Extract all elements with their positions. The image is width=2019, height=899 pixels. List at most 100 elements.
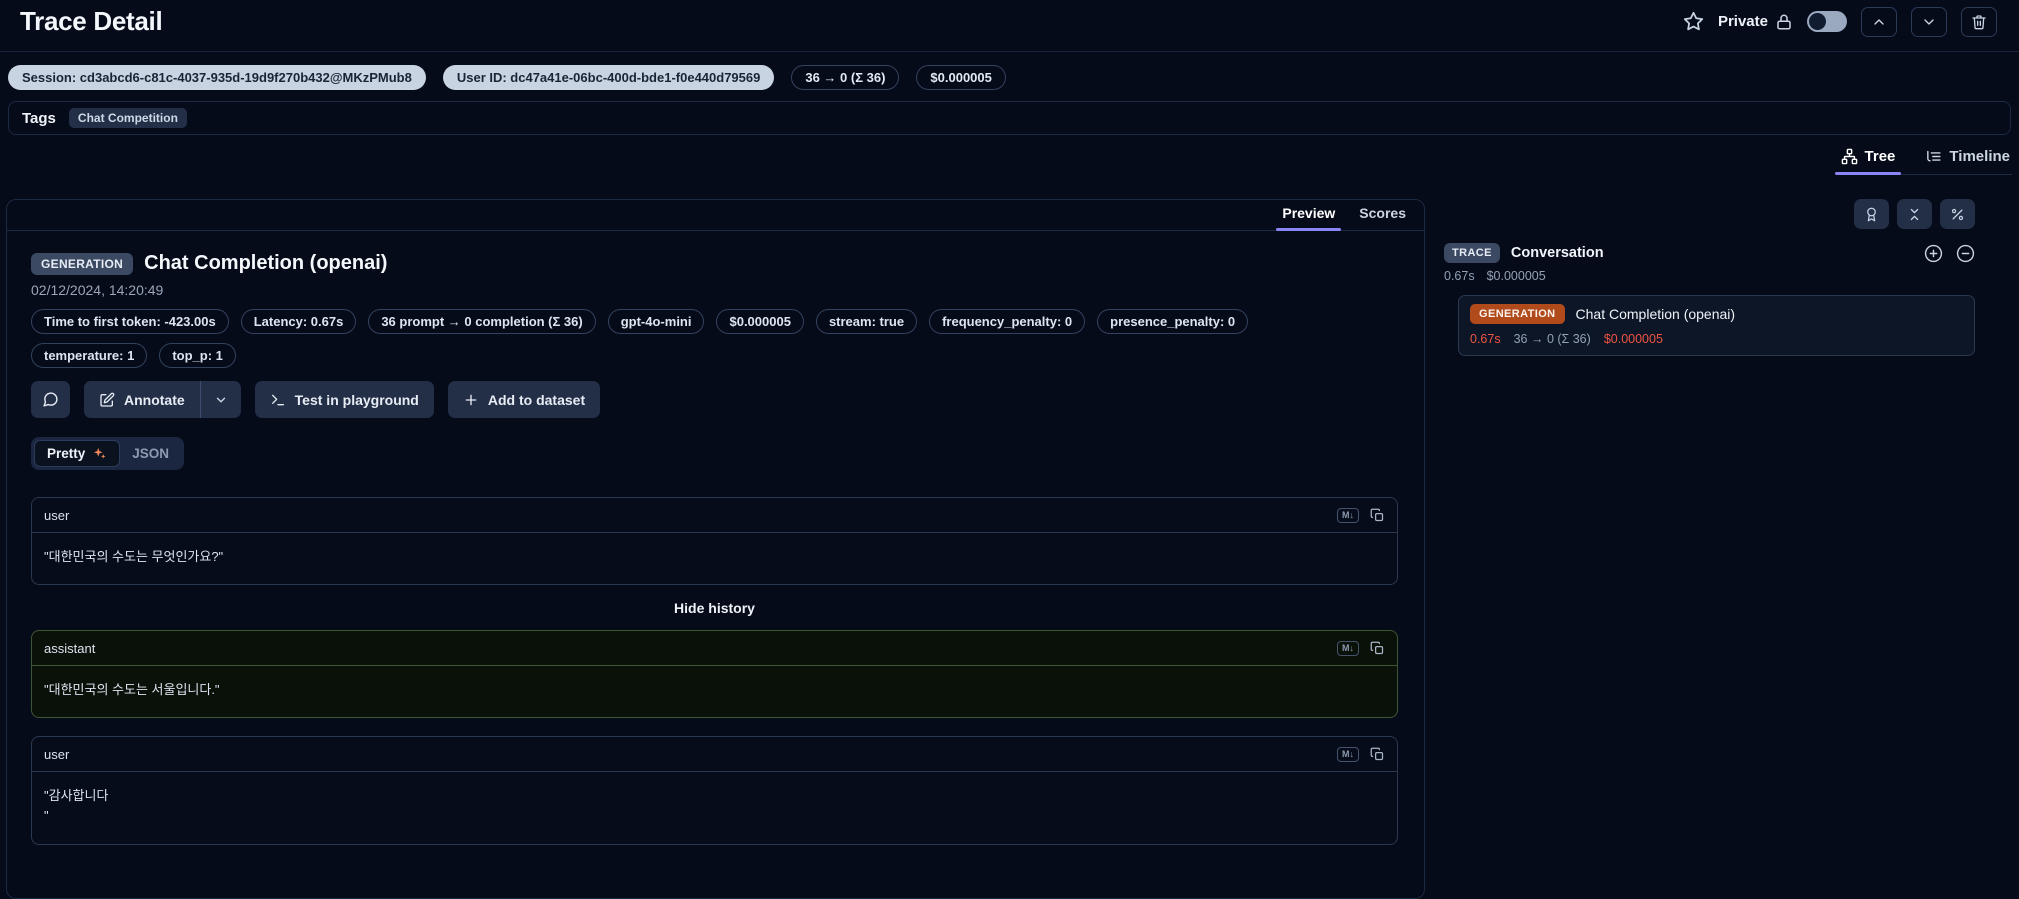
plus-icon (463, 392, 479, 408)
observation-cost: $0.000005 (1603, 332, 1663, 346)
tree-icon (1841, 148, 1858, 165)
add-to-dataset-label: Add to dataset (487, 391, 586, 408)
page-title: Trace Detail (20, 6, 163, 36)
privacy-control: Private (1718, 13, 1793, 31)
message-role: user (44, 507, 70, 523)
delete-trace-button[interactable] (1961, 6, 1997, 37)
test-in-playground-button[interactable]: Test in playground (254, 381, 434, 418)
message-content: "대한민국의 수도는 무엇인가요?" (44, 549, 224, 564)
json-label: JSON (132, 446, 170, 461)
markdown-toggle-icon[interactable]: M↓ (1337, 507, 1359, 523)
metric-time-to-first-token: Time to first token: -423.00s (31, 309, 229, 334)
copy-icon[interactable] (1370, 747, 1385, 762)
generation-type-badge: GENERATION (1470, 304, 1565, 324)
messages-list: user M↓ "대한민국의 수도는 무엇인가요?" Hide history … (31, 497, 1399, 845)
observation-token-usage: 36 → 0 (Σ 36) (1513, 332, 1591, 346)
annotate-button[interactable]: Annotate (84, 381, 200, 418)
trace-title: Conversation (1510, 245, 1604, 261)
annotate-split-button: Annotate (84, 381, 241, 418)
format-pretty-segment[interactable]: Pretty (34, 440, 121, 467)
trace-cost: $0.000005 (1486, 269, 1546, 283)
collapse-all-button[interactable] (1897, 199, 1932, 229)
expand-all-icon[interactable] (1924, 244, 1943, 263)
message-role: user (44, 746, 70, 762)
view-tabs-row: Tree Timeline (0, 144, 2019, 175)
tags-container[interactable]: Tags Chat Competition (8, 101, 2011, 135)
message-content: "감사합니다 " (44, 788, 109, 824)
markdown-toggle-icon[interactable]: M↓ (1337, 640, 1359, 656)
playground-label: Test in playground (294, 391, 419, 408)
metric-cost: $0.000005 (716, 309, 804, 334)
percent-icon (1950, 207, 1965, 222)
chevron-down-icon (214, 393, 228, 407)
previous-trace-button[interactable] (1861, 6, 1897, 37)
observation-item-title: Chat Completion (openai) (1575, 306, 1736, 322)
add-to-dataset-button[interactable]: Add to dataset (447, 381, 601, 418)
metric-top-p: top_p: 1 (159, 343, 236, 368)
tree-observation-item[interactable]: GENERATION Chat Completion (openai) 0.67… (1458, 295, 1975, 356)
trace-tree-root[interactable]: TRACE Conversation (1444, 243, 1975, 263)
tag-chip[interactable]: Chat Competition (68, 108, 187, 128)
observation-panel: Preview Scores GENERATION Chat Completio… (6, 199, 1425, 899)
scores-toggle-button[interactable] (1854, 199, 1889, 229)
message-block-user-1: user M↓ "대한민국의 수도는 무엇인가요?" (31, 497, 1398, 586)
session-badge[interactable]: Session: cd3abcd6-c81c-4037-935d-19d9f27… (8, 65, 426, 90)
user-id-badge[interactable]: User ID: dc47a41e-06bc-400d-bde1-f0e440d… (442, 65, 775, 90)
award-icon (1864, 207, 1879, 222)
trace-tree-sidebar: TRACE Conversation 0.67s $0.000005 GENER… (1435, 199, 2019, 356)
metric-pills: Time to first token: -423.00s Latency: 0… (31, 309, 1331, 368)
tab-preview[interactable]: Preview (1272, 205, 1345, 231)
format-json-segment[interactable]: JSON (120, 440, 181, 467)
privacy-toggle[interactable] (1807, 11, 1847, 32)
toggle-knob (1809, 13, 1826, 30)
metric-token-usage: 36 prompt → 0 completion (Σ 36) (368, 309, 596, 334)
star-icon[interactable] (1683, 11, 1704, 32)
markdown-toggle-icon[interactable]: M↓ (1337, 746, 1359, 762)
lock-icon (1775, 13, 1793, 31)
observation-timestamp: 02/12/2024, 14:20:49 (31, 282, 164, 298)
cost-badge: $0.000005 (916, 65, 1006, 90)
message-role: assistant (44, 640, 96, 656)
tab-timeline[interactable]: Timeline (1923, 144, 2012, 174)
metric-latency: Latency: 0.67s (240, 309, 357, 334)
format-toggle: Pretty JSON (31, 437, 185, 470)
tab-tree[interactable]: Tree (1834, 144, 1902, 175)
trace-latency: 0.67s (1444, 269, 1475, 283)
copy-icon[interactable] (1370, 508, 1385, 523)
metrics-toggle-button[interactable] (1940, 199, 1975, 229)
pretty-label: Pretty (47, 446, 86, 461)
tab-scores[interactable]: Scores (1349, 205, 1416, 230)
trace-metrics: 0.67s $0.000005 (1444, 269, 1975, 283)
next-trace-button[interactable] (1911, 6, 1947, 37)
timeline-icon (1925, 148, 1942, 165)
trace-id-badges: Session: cd3abcd6-c81c-4037-935d-19d9f27… (0, 52, 2019, 90)
collapse-icon[interactable] (1956, 244, 1975, 263)
message-block-assistant: assistant M↓ "대한민국의 수도는 서울입니다." (31, 630, 1398, 719)
chevron-down-icon (1921, 14, 1937, 30)
metric-model[interactable]: gpt-4o-mini (607, 309, 705, 334)
trash-icon (1971, 14, 1987, 30)
annotate-dropdown-button[interactable] (201, 381, 241, 418)
sparkles-icon (92, 446, 107, 461)
observation-latency: 0.67s (1470, 332, 1501, 346)
trace-type-badge: TRACE (1444, 243, 1500, 263)
generation-type-badge: GENERATION (31, 252, 134, 275)
tab-tree-label: Tree (1864, 148, 1896, 165)
message-content: "대한민국의 수도는 서울입니다." (44, 682, 220, 698)
edit-icon (99, 392, 115, 408)
metric-temperature: temperature: 1 (31, 343, 148, 368)
comments-button[interactable] (31, 381, 70, 418)
metric-stream: stream: true (815, 309, 918, 334)
hide-history-button[interactable]: Hide history (31, 600, 1398, 616)
tags-label: Tags (22, 109, 56, 127)
metric-frequency-penalty: frequency_penalty: 0 (929, 309, 1086, 334)
comment-icon (42, 391, 59, 408)
chevron-up-icon (1871, 14, 1887, 30)
annotate-label: Annotate (124, 391, 185, 408)
observation-title: Chat Completion (openai) (144, 252, 388, 274)
fold-vertical-icon (1907, 207, 1922, 222)
privacy-label: Private (1717, 13, 1768, 30)
copy-icon[interactable] (1370, 641, 1385, 656)
token-usage-badge: 36 → 0 (Σ 36) (791, 65, 900, 90)
page-header: Trace Detail Private (0, 0, 2019, 52)
